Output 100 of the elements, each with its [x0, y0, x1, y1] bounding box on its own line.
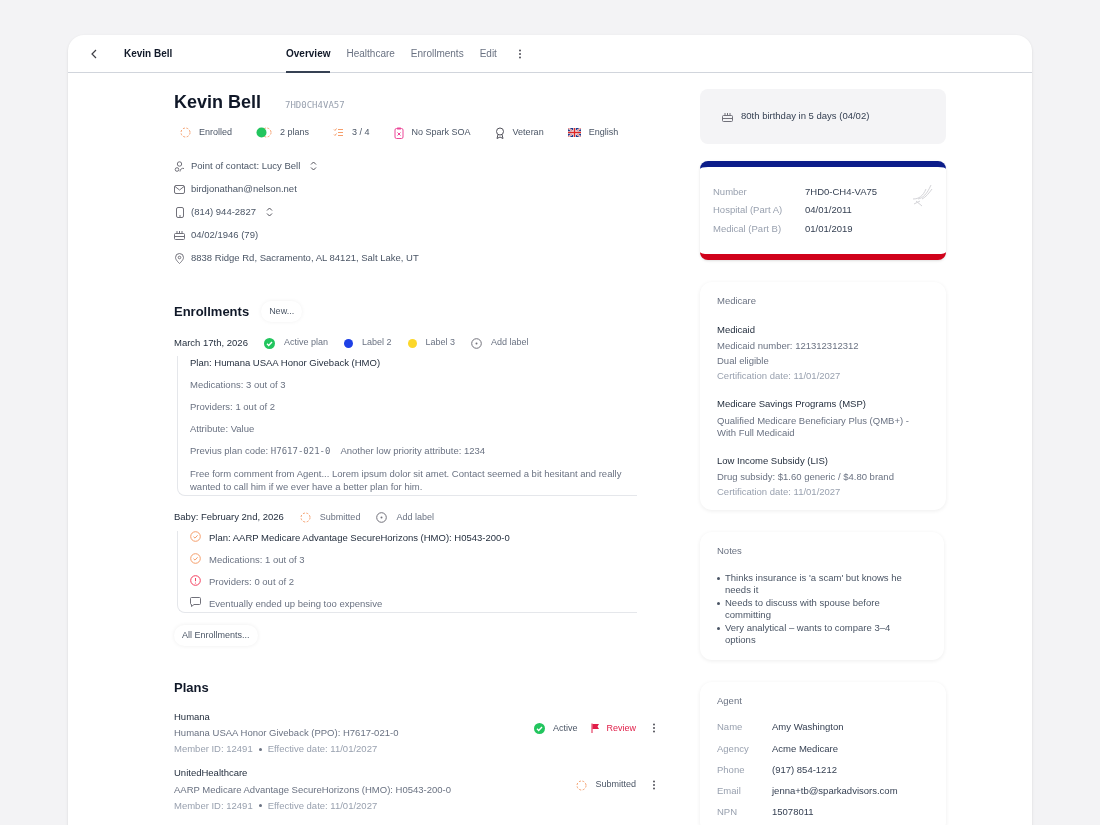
chooser-icon[interactable] — [310, 161, 318, 171]
badge-label: 2 plans — [280, 126, 310, 139]
check-circle-icon — [263, 337, 275, 349]
field-label: Name — [717, 720, 744, 735]
detail-text: Certification date: 11/01/2027 — [717, 370, 842, 383]
enrollment-date: Baby: February 2nd, 2026 — [174, 510, 284, 525]
note-text: Thinks insurance is 'a scam' but knows he needs it — [725, 572, 903, 596]
badge-label: English — [588, 126, 619, 139]
customer-code: 7HD0CH4VA57 — [285, 99, 345, 112]
detail-text: Drug subsidy: $1.60 generic / $4.80 brand — [717, 470, 895, 483]
cake-icon — [174, 230, 185, 240]
more-icon[interactable] — [650, 780, 658, 790]
detail-text: Certification date: 11/01/2027 — [717, 485, 842, 498]
alert-circle-icon — [190, 574, 201, 586]
carrier-name: UnitedHealthcare — [174, 766, 249, 781]
contact-text: 8838 Ridge Rd, Sacramento, AL 84121, Salt Lake, UT — [191, 250, 419, 265]
clipboard-icon — [393, 126, 404, 139]
tab[interactable]: Overview — [286, 35, 331, 73]
field-label: Medical (Part B) — [713, 221, 783, 236]
effective-date: Effective date: 11/01/2027 — [267, 742, 378, 756]
birthday-text: 80th birthday in 5 days (04/02) — [741, 109, 870, 124]
field-label: Hospital (Part A) — [713, 203, 784, 218]
carrier-name: Humana — [174, 709, 211, 724]
add-icon — [376, 511, 388, 523]
effective-date: Effective date: 11/01/2027 — [267, 798, 378, 813]
ribbon-icon — [494, 126, 505, 139]
note-text: Needs to discuss with spouse before committing — [725, 597, 881, 621]
phone-icon — [175, 206, 184, 218]
add-icon — [471, 337, 483, 349]
enrollment-detail: Previus plan code: H7617-021-0 Another low priority attribute: 1234 — [190, 444, 486, 459]
all-enrollments-button[interactable]: All Enrollments... — [174, 624, 258, 646]
contact-text: birdjonathan@nelson.net — [191, 181, 297, 196]
more-icon[interactable] — [516, 49, 524, 59]
label-text: Label 2 — [361, 336, 392, 350]
enrollment-detail: Providers: 0 out of 2 — [209, 574, 295, 588]
person-name: Kevin Bell — [174, 91, 262, 114]
check-circle-icon — [533, 722, 545, 734]
section-title: Enrollments — [174, 302, 250, 321]
chooser-icon[interactable] — [265, 207, 273, 217]
badge-label: Enrolled — [199, 126, 233, 139]
comment-icon — [190, 596, 201, 607]
field-label: Agency — [717, 741, 750, 756]
enrollment-detail: Providers: 1 out of 2 — [190, 400, 276, 414]
enrollment-detail: Eventually ended up being too expensive — [209, 596, 383, 610]
page-title: Kevin Bell — [124, 47, 173, 61]
people-icon — [174, 160, 185, 172]
field-value: jenna+tb@sparkadvisors.com — [772, 784, 898, 798]
detail-text: Medicaid number: 121312312312 — [717, 340, 860, 353]
badge-label: No Spark SOA — [411, 126, 471, 139]
field-value: 15078011 — [772, 805, 814, 820]
enrollment-detail: Attribute: Value — [190, 422, 255, 436]
plan-name: AARP Medicare Advantage SecureHorizons (HMO): H0543-200-0 — [174, 782, 453, 797]
tab[interactable]: Enrollments — [410, 35, 464, 73]
field-label: Phone — [717, 762, 746, 777]
field-value: Amy Washington — [772, 720, 844, 735]
tab[interactable]: Healthcare — [346, 35, 395, 73]
check-circle-icon — [190, 530, 201, 542]
enrollment-detail: Plan: AARP Medicare Advantage SecureHorizons (HMO): H0543-200-0 — [209, 530, 510, 544]
enrollment-detail: Medications: 1 out of 3 — [209, 552, 305, 566]
label-text: Submitted — [319, 510, 361, 524]
section-title: Plans — [174, 679, 210, 697]
dashed-circle-icon — [299, 511, 311, 523]
field-value: (917) 854-1212 — [772, 762, 837, 777]
field-label: NPN — [717, 805, 739, 820]
subsection-title: Medicaid — [717, 323, 757, 337]
label-text: Label 3 — [425, 336, 456, 350]
cake-icon — [722, 111, 733, 122]
member-id: Member ID: 12491 — [174, 742, 253, 756]
tab[interactable]: Edit — [479, 35, 497, 73]
field-label: Number — [713, 185, 748, 199]
contact-text: (814) 944-2827 — [191, 204, 256, 219]
badge-label: 3 / 4 — [352, 126, 370, 139]
note-text: Very analytical – wants to compare 3–4 options — [725, 622, 892, 646]
subsection-title: Medicare Savings Programs (MSP) — [717, 397, 867, 412]
dashed-circle-icon — [576, 779, 588, 791]
more-icon[interactable] — [650, 723, 658, 734]
field-value: 04/01/2011 — [805, 203, 852, 218]
field-value: 01/01/2019 — [805, 221, 853, 236]
dashed-circle-icon — [180, 127, 191, 139]
panel-title: Medicare — [717, 293, 758, 308]
panel-title: Notes — [717, 543, 743, 558]
field-label: Email — [717, 784, 742, 798]
enrollment-date: March 17th, 2026 — [174, 336, 248, 350]
member-id: Member ID: 12491 — [174, 798, 253, 813]
add-label-button[interactable]: Add label — [376, 510, 434, 525]
detail-text: Qualified Medicare Beneficiary Plus (QMB+) - With Full Medicaid — [717, 414, 910, 439]
panel-title: Agent — [717, 694, 743, 708]
toggle-icon — [256, 127, 273, 139]
flag-icon — [567, 128, 581, 138]
flag-icon — [591, 723, 601, 734]
contact-text: 04/02/1946 (79) — [191, 227, 259, 242]
field-value: Acme Medicare — [772, 741, 838, 756]
badge-label: Veteran — [512, 126, 544, 139]
enrollment-detail: Free form comment from Agent... Lorem ipsum dolor sit amet. Contact seemed a bit hesitant and really wanted to call him if we ever have a better plan for him. — [190, 467, 623, 494]
new-button[interactable]: New... — [261, 300, 303, 322]
add-label-button[interactable]: Add label — [471, 336, 529, 350]
contact-text: Point of contact: Lucy Bell — [191, 158, 301, 173]
review-button[interactable]: Review — [591, 721, 636, 735]
status-label: Submitted — [595, 778, 636, 792]
enrollment-detail: Medications: 3 out of 3 — [190, 378, 286, 392]
